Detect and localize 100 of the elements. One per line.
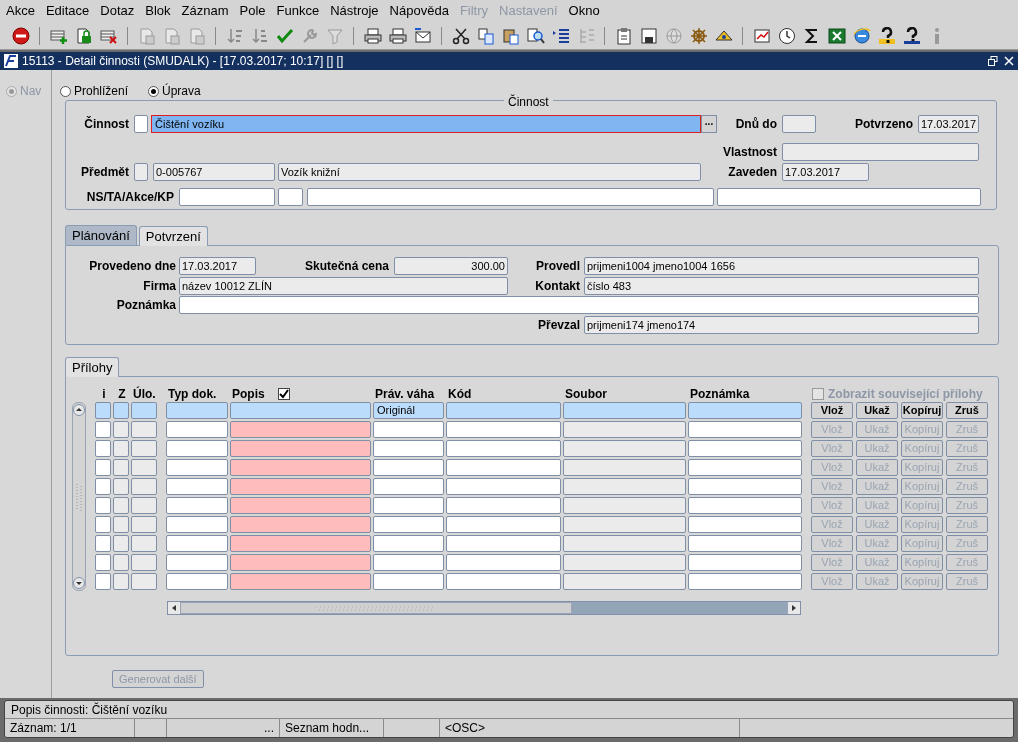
table-cell[interactable] <box>373 459 444 476</box>
table-cell[interactable] <box>113 554 129 571</box>
scroll-thumb[interactable] <box>180 602 572 614</box>
table-cell[interactable] <box>373 573 444 590</box>
table-cell[interactable] <box>446 554 561 571</box>
horizontal-scrollbar[interactable] <box>167 601 801 615</box>
table-cell[interactable] <box>131 440 157 457</box>
table-cell[interactable] <box>688 459 802 476</box>
globe-icon[interactable] <box>664 26 683 45</box>
document-query-icon[interactable] <box>137 26 156 45</box>
table-cell[interactable] <box>131 516 157 533</box>
input-field[interactable]: název 10012 ZLÍN <box>179 277 508 295</box>
tab[interactable]: Plánování <box>65 225 137 245</box>
table-cell[interactable] <box>563 459 686 476</box>
table-cell[interactable] <box>131 459 157 476</box>
scissors-icon[interactable] <box>451 26 470 45</box>
table-cell[interactable] <box>131 402 157 419</box>
table-cell[interactable] <box>230 535 371 552</box>
sort-ascending-icon[interactable] <box>225 26 244 45</box>
spreadsheet-icon[interactable] <box>827 26 846 45</box>
clock-icon[interactable] <box>777 26 796 45</box>
radio-button[interactable] <box>148 85 160 97</box>
help-icon[interactable] <box>902 26 921 45</box>
table-cell[interactable] <box>166 554 228 571</box>
stop-icon[interactable] <box>11 26 30 45</box>
table-cell[interactable] <box>230 402 371 419</box>
grip-icon[interactable] <box>76 481 82 512</box>
table-cell[interactable] <box>95 459 111 476</box>
table-cell[interactable] <box>95 535 111 552</box>
table-cell[interactable] <box>688 573 802 590</box>
magnifier-icon[interactable] <box>526 26 545 45</box>
menu-item[interactable]: Okno <box>568 1 600 21</box>
clipboard-icon[interactable] <box>614 26 633 45</box>
table-cell[interactable] <box>446 459 561 476</box>
table-cell[interactable] <box>373 478 444 495</box>
row-button[interactable]: Ukaž <box>856 402 898 419</box>
table-cell[interactable] <box>446 421 561 438</box>
table-cell[interactable] <box>95 440 111 457</box>
menu-item[interactable]: Záznam <box>181 1 229 21</box>
row-button[interactable]: Kopíruj <box>901 402 943 419</box>
menu-item[interactable]: Akce <box>6 1 35 21</box>
table-cell[interactable] <box>373 554 444 571</box>
table-cell[interactable] <box>166 478 228 495</box>
tab[interactable]: Potvrzení <box>138 226 208 246</box>
table-cell[interactable] <box>113 497 129 514</box>
table-cell[interactable] <box>95 478 111 495</box>
table-cell[interactable] <box>563 497 686 514</box>
scroll-right-icon[interactable] <box>788 602 800 614</box>
menu-item[interactable]: Editace <box>45 1 90 21</box>
table-cell[interactable] <box>131 535 157 552</box>
input-field[interactable] <box>179 188 275 206</box>
input-field[interactable]: prijmeni1004 jmeno1004 1656 <box>584 257 979 275</box>
check-icon[interactable] <box>275 26 294 45</box>
table-cell[interactable] <box>688 402 802 419</box>
input-field[interactable]: 17.03.2017 <box>782 163 869 181</box>
input-field[interactable] <box>782 143 979 161</box>
input-field[interactable]: 17.03.2017 <box>918 115 979 133</box>
input-field[interactable] <box>134 163 148 181</box>
table-cell[interactable] <box>113 573 129 590</box>
printer-icon[interactable] <box>363 26 382 45</box>
table-cell[interactable] <box>373 516 444 533</box>
input-field[interactable]: prijmeni174 jmeno174 <box>584 316 979 334</box>
table-cell[interactable] <box>95 421 111 438</box>
table-cell[interactable] <box>446 573 561 590</box>
table-cell[interactable] <box>230 516 371 533</box>
table-cell[interactable] <box>373 440 444 457</box>
table-cell[interactable] <box>446 516 561 533</box>
table-cell[interactable] <box>113 516 129 533</box>
checkbox[interactable] <box>277 388 290 400</box>
table-cell[interactable] <box>446 440 561 457</box>
table-cell[interactable] <box>446 478 561 495</box>
input-field[interactable] <box>134 115 148 133</box>
table-cell[interactable] <box>446 535 561 552</box>
question-mark-icon[interactable] <box>877 26 896 45</box>
row-button[interactable]: Zruš <box>946 402 988 419</box>
menu-item[interactable]: Blok <box>145 1 171 21</box>
table-cell[interactable] <box>688 516 802 533</box>
document-query-icon[interactable] <box>162 26 181 45</box>
input-field[interactable]: číslo 483 <box>584 277 979 295</box>
table-cell[interactable] <box>230 421 371 438</box>
tab[interactable]: Přílohy <box>65 357 120 377</box>
copy-icon[interactable] <box>476 26 495 45</box>
table-cell[interactable] <box>230 478 371 495</box>
table-cell[interactable] <box>688 554 802 571</box>
table-cell[interactable] <box>166 440 228 457</box>
input-field[interactable]: 17.03.2017 <box>179 257 256 275</box>
envelope-icon[interactable] <box>413 26 432 45</box>
close-icon[interactable] <box>1004 56 1014 66</box>
table-cell[interactable] <box>563 554 686 571</box>
menu-item[interactable]: Funkce <box>276 1 320 21</box>
table-cell[interactable] <box>688 478 802 495</box>
menu-item[interactable]: Nápověda <box>389 1 449 21</box>
radio-button[interactable] <box>60 85 71 97</box>
menu-item[interactable]: Nástroje <box>330 1 379 21</box>
browser-globe-icon[interactable] <box>852 26 871 45</box>
input-field[interactable] <box>782 115 816 133</box>
filter-icon[interactable] <box>325 26 344 45</box>
table-cell[interactable] <box>563 573 686 590</box>
table-cell[interactable] <box>113 421 129 438</box>
menu-item[interactable]: Dotaz <box>100 1 135 21</box>
